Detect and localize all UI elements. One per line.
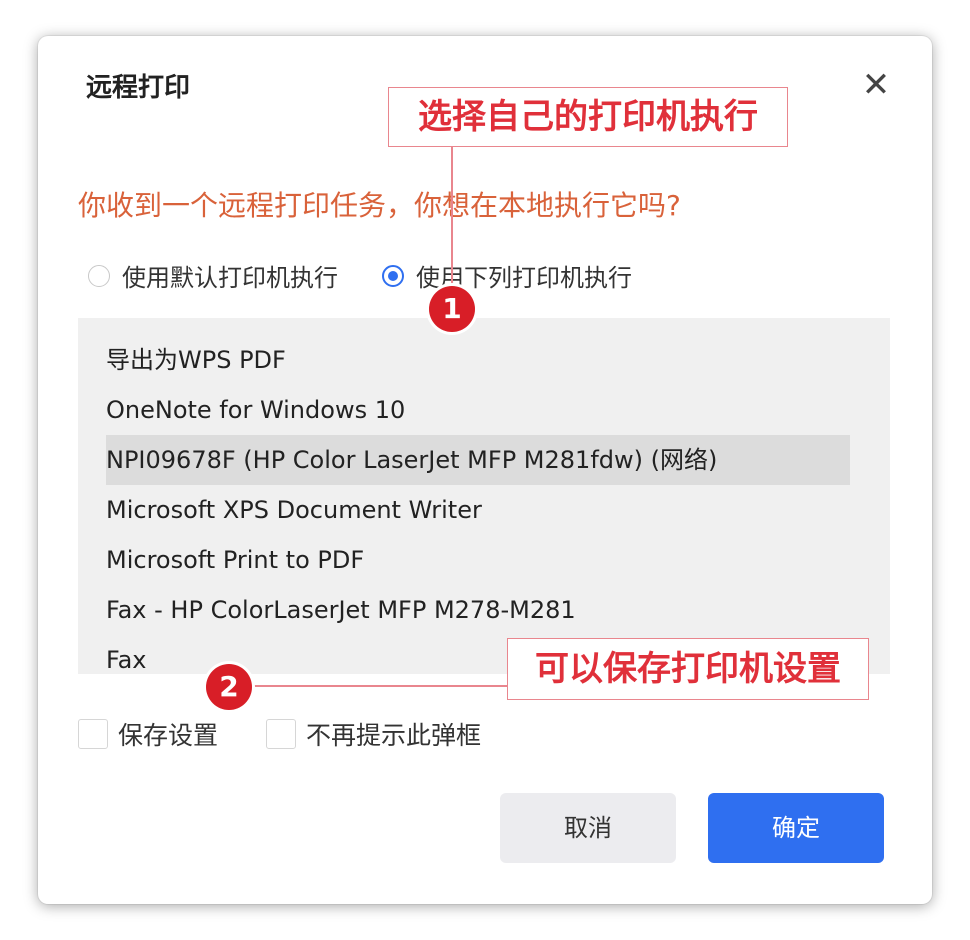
- annotation-badge-2: 2: [206, 664, 252, 710]
- radio-default-label: 使用默认打印机执行: [122, 264, 338, 292]
- save-settings-label: 保存设置: [118, 721, 219, 750]
- printer-item[interactable]: 导出为WPS PDF: [106, 335, 850, 385]
- printer-item[interactable]: Fax - HP ColorLaserJet MFP M278-M281: [106, 585, 850, 635]
- checkbox-icon: [78, 719, 108, 749]
- annotation-line-1: [451, 145, 453, 295]
- prompt-text: 你收到一个远程打印任务，你想在本地执行它吗?: [78, 189, 681, 222]
- dialog-title: 远程打印: [86, 73, 191, 103]
- checkbox-icon: [266, 719, 296, 749]
- radio-default-printer[interactable]: 使用默认打印机执行: [88, 258, 338, 293]
- printer-list[interactable]: 导出为WPS PDF OneNote for Windows 10 NPI096…: [78, 318, 890, 674]
- printer-item[interactable]: OneNote for Windows 10: [106, 385, 850, 435]
- save-settings-checkbox[interactable]: 保存设置: [78, 716, 218, 752]
- annotation-callout-2: 可以保存打印机设置: [507, 638, 869, 700]
- printer-item[interactable]: Microsoft XPS Document Writer: [106, 485, 850, 535]
- ok-button[interactable]: 确定: [708, 793, 884, 863]
- annotation-badge-1: 1: [429, 286, 475, 332]
- annotation-callout-1: 选择自己的打印机执行: [388, 87, 788, 147]
- no-prompt-checkbox[interactable]: 不再提示此弹框: [266, 716, 481, 752]
- printer-item-selected[interactable]: NPI09678F (HP Color LaserJet MFP M281fdw…: [106, 435, 850, 485]
- radio-list-printer[interactable]: 使用下列打印机执行: [382, 258, 632, 293]
- annotation-line-2: [250, 685, 508, 687]
- remote-print-dialog: 远程打印 ✕ 你收到一个远程打印任务，你想在本地执行它吗? 使用默认打印机执行 …: [38, 36, 932, 904]
- close-icon[interactable]: ✕: [858, 68, 894, 104]
- radio-checked-icon: [382, 264, 404, 287]
- radio-unchecked-icon: [88, 264, 110, 287]
- printer-item[interactable]: Microsoft Print to PDF: [106, 535, 850, 585]
- no-prompt-label: 不再提示此弹框: [306, 721, 482, 750]
- cancel-button[interactable]: 取消: [500, 793, 676, 863]
